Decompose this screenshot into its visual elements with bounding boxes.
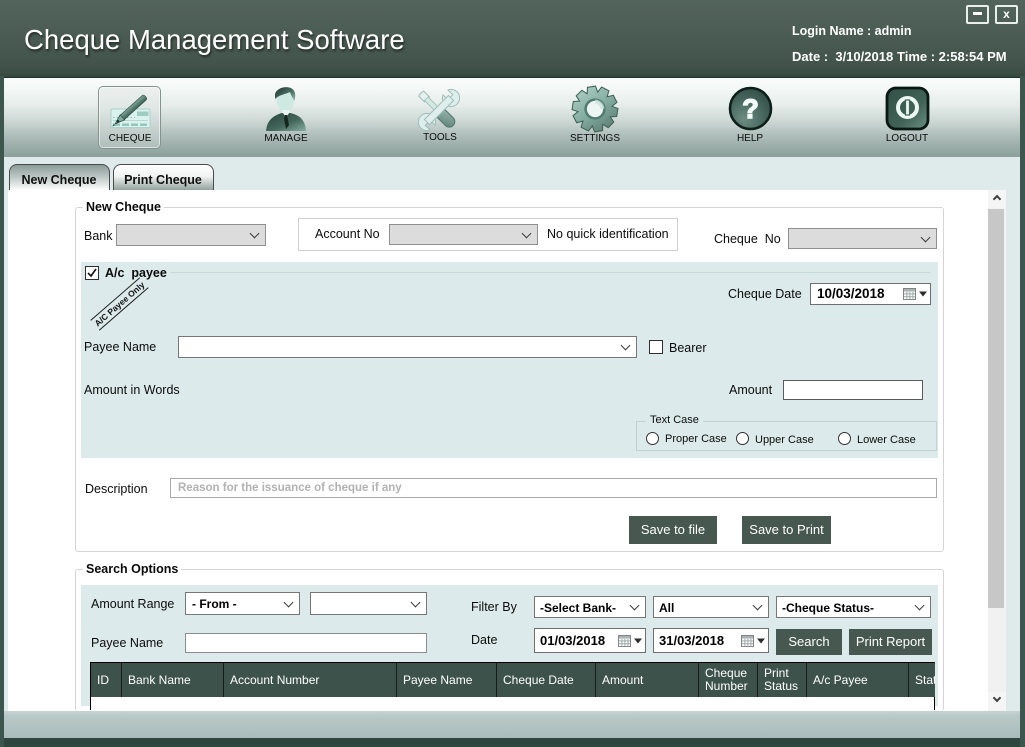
svg-text:?: ? [742,94,759,124]
